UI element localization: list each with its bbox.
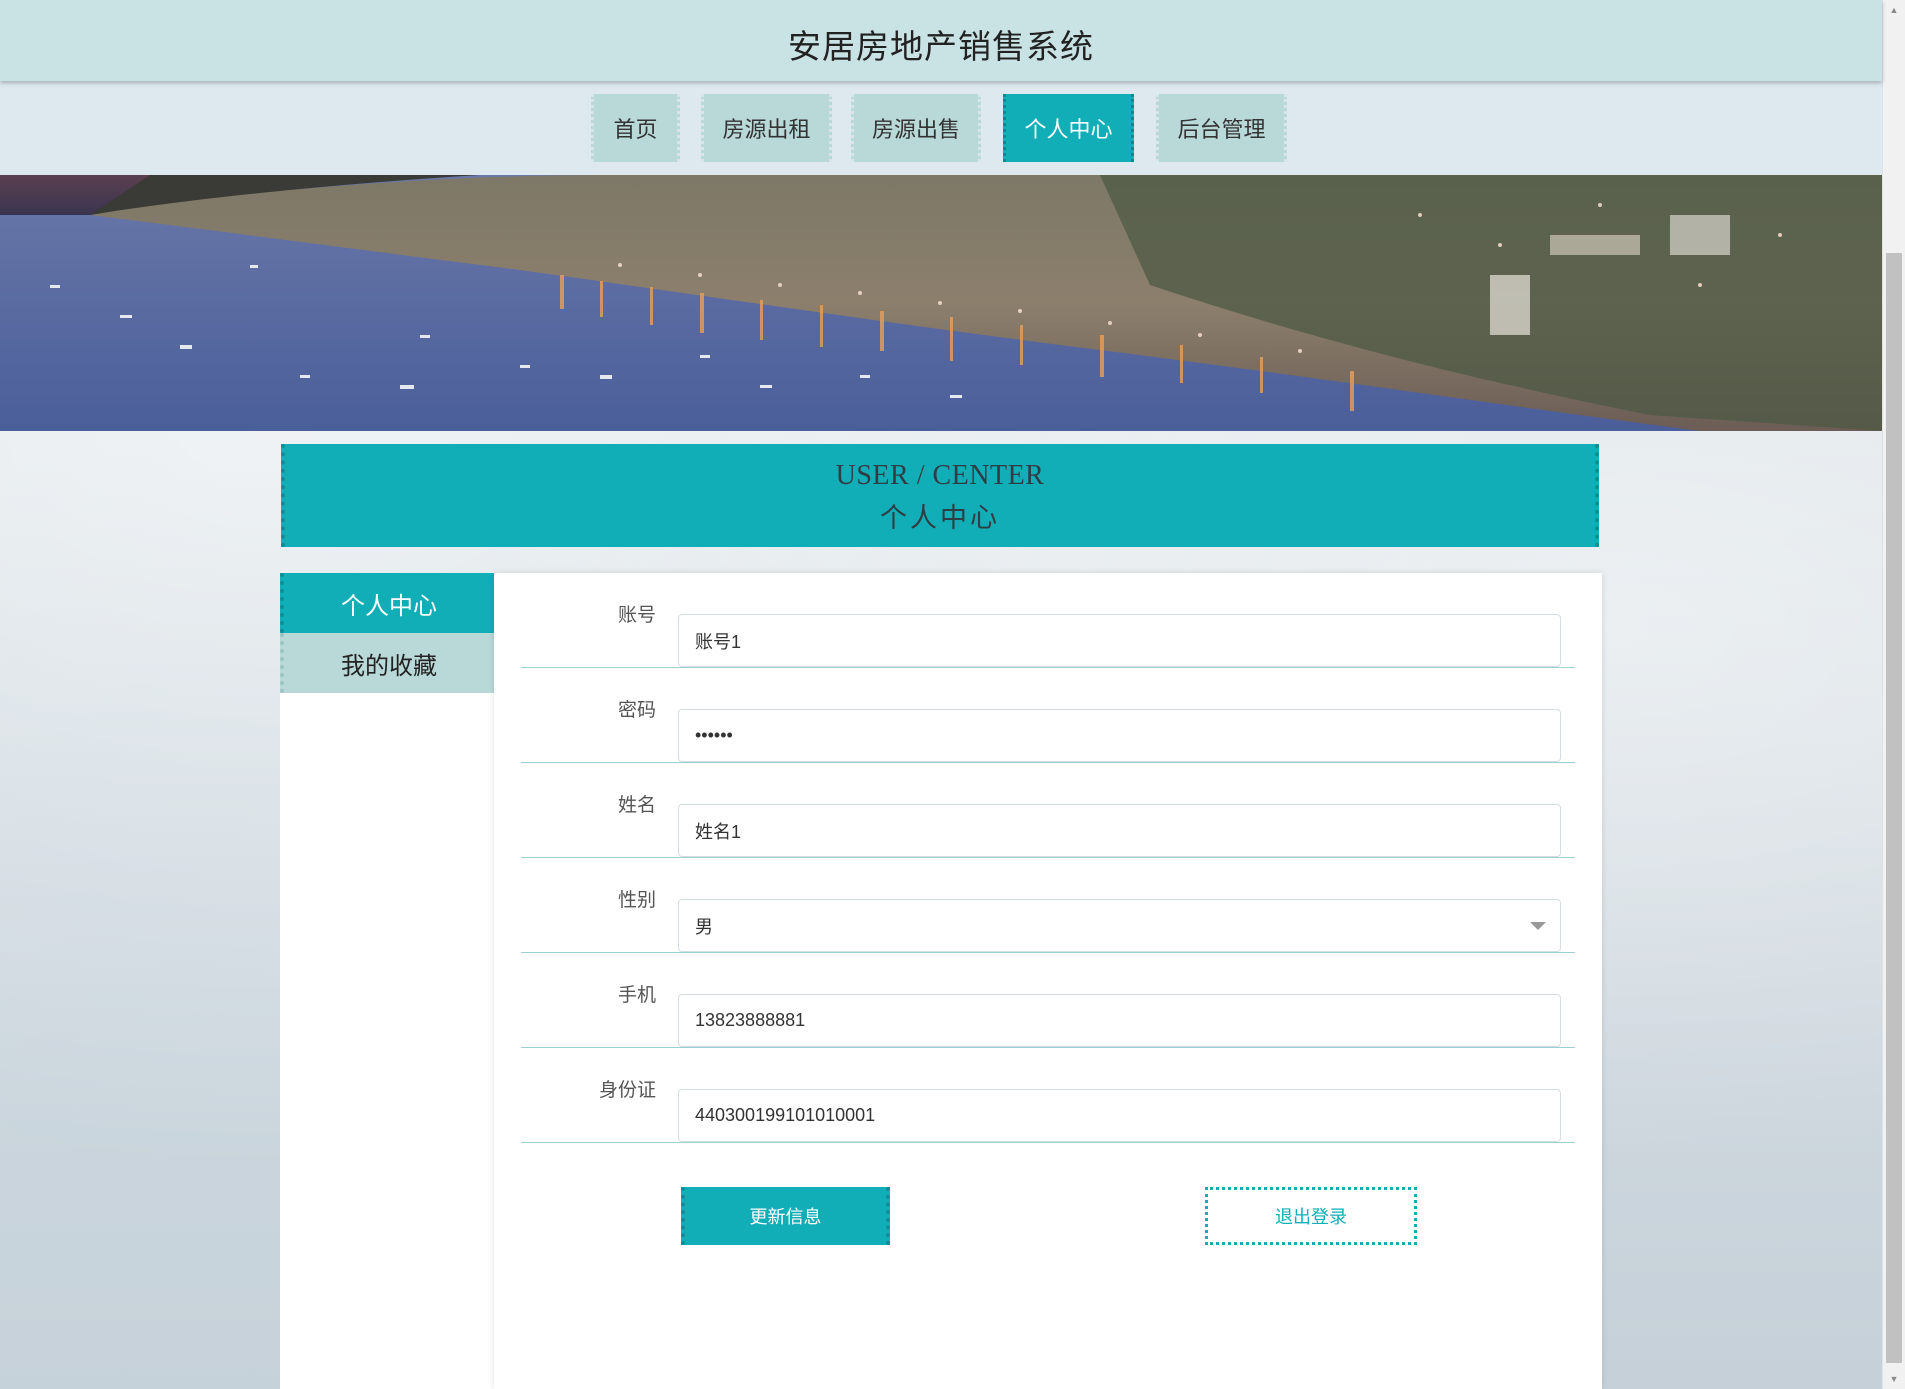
gender-label: 性别 [617,890,656,911]
password-field[interactable]: •••••• [678,709,1561,762]
nav-item-home[interactable]: 首页 [591,94,680,162]
update-info-button[interactable]: 更新信息 [681,1187,890,1245]
id-card-field[interactable]: 440300199101010001 [678,1089,1561,1142]
section-title-en: USER / CENTER [835,460,1045,491]
sidebar-item-user-center[interactable]: 个人中心 [280,573,494,633]
main-nav: 首页 房源出租 房源出售 个人中心 后台管理 [0,81,1882,175]
form-row-phone: 手机 13823888881 [521,953,1575,1048]
form-row-id-card: 身份证 440300199101010001 [521,1048,1575,1143]
nav-item-sale[interactable]: 房源出售 [851,94,981,162]
chevron-down-icon [1530,922,1546,930]
account-field[interactable]: 账号1 [678,614,1561,667]
form-row-name: 姓名 姓名1 [521,763,1575,858]
sidebar-item-favorites[interactable]: 我的收藏 [280,633,494,693]
form-row-password: 密码 •••••• [521,668,1575,763]
scroll-up-icon[interactable]: ▲ [1883,0,1905,20]
phone-field[interactable]: 13823888881 [678,994,1561,1047]
scrollbar-thumb[interactable] [1886,253,1902,1363]
gender-select-value: 男 [695,916,713,937]
section-title-bar: USER / CENTER 个人中心 [281,444,1599,547]
banner-image [0,175,1882,431]
nav-item-admin[interactable]: 后台管理 [1156,94,1287,162]
gender-select[interactable]: 男 [678,899,1561,952]
sidebar: 个人中心 我的收藏 [280,573,494,1389]
profile-form-panel: 账号 账号1 密码 •••••• 姓名 姓名1 性别 男 手机 13823888… [494,573,1602,1389]
password-label: 密码 [617,700,656,721]
phone-label: 手机 [617,985,656,1006]
site-title: 安居房地产销售系统 [788,28,1094,65]
name-label: 姓名 [617,795,656,816]
site-header: 安居房地产销售系统 [0,0,1882,81]
section-title-cn: 个人中心 [880,503,1000,533]
account-label: 账号 [617,605,656,626]
logout-button[interactable]: 退出登录 [1205,1187,1417,1245]
page-scrollbar[interactable]: ▲ ▼ [1882,0,1905,1389]
form-row-account: 账号 账号1 [521,573,1575,668]
nav-item-rent[interactable]: 房源出租 [701,94,832,162]
name-field[interactable]: 姓名1 [678,804,1561,857]
scroll-down-icon[interactable]: ▼ [1883,1369,1905,1389]
nav-item-user-center[interactable]: 个人中心 [1003,94,1134,162]
id-card-label: 身份证 [598,1080,656,1101]
form-row-gender: 性别 男 [521,858,1575,953]
